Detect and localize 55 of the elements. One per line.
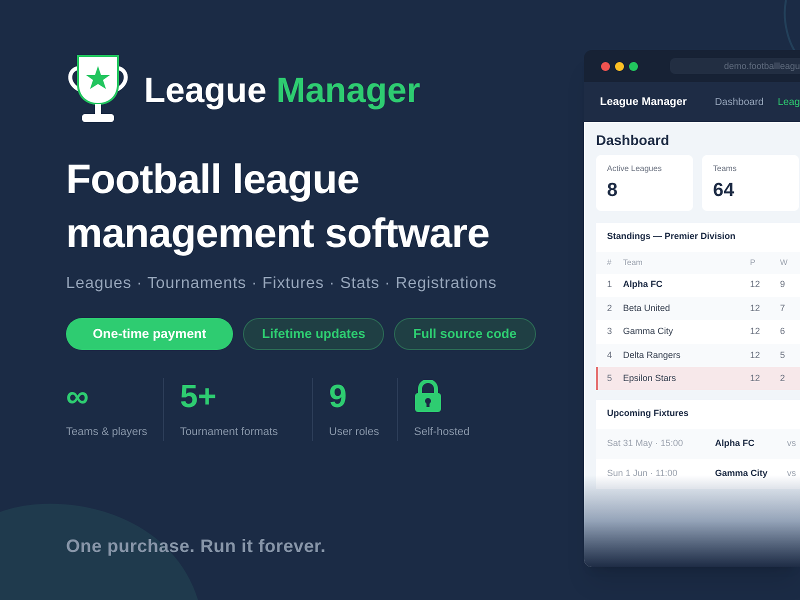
table-cell-text: 7 xyxy=(780,302,786,315)
card-label: Active Leagues xyxy=(607,163,663,175)
page-title: Dashboard xyxy=(596,131,670,150)
column-header: # xyxy=(607,256,612,268)
table-cell-text: 12 xyxy=(750,278,762,292)
table-cell-text: 2 xyxy=(780,372,786,385)
card-title: Upcoming Fixtures xyxy=(606,407,690,420)
table-cell-text: 1 xyxy=(607,278,614,292)
table-cell-text: Alpha FC xyxy=(623,278,664,292)
tagline: Leagues · Tournaments · Fixtures · Stats · Registrations xyxy=(66,274,498,294)
table-cell-text: 5 xyxy=(607,372,614,385)
table-cell-text: 9 xyxy=(780,278,786,292)
fixture-time: Sun 1 Jun · 11:00 xyxy=(607,467,678,480)
brand-title: Manager xyxy=(276,70,420,110)
table-cell-text: 12 xyxy=(750,302,762,315)
vs-label: vs xyxy=(787,437,796,450)
column-header: Team xyxy=(623,256,644,268)
stat-value: 5+ xyxy=(180,380,216,412)
stat-value: 9 xyxy=(329,380,347,412)
table-cell-text: 12 xyxy=(750,372,762,385)
card-title: Standings — Premier Division xyxy=(606,230,737,243)
footer-tagline: One purchase. Run it forever. xyxy=(66,534,327,558)
nav-brand: League Manager xyxy=(600,94,687,110)
team-name: Alpha FC xyxy=(715,437,756,450)
table-cell-text: 12 xyxy=(750,325,762,338)
stat-label: Tournament formats xyxy=(180,425,279,440)
stat-label: Self-hosted xyxy=(414,425,471,440)
vs-label: vs xyxy=(787,467,796,480)
stat-label: Teams & players xyxy=(66,425,148,440)
table-cell-text: 4 xyxy=(607,348,614,362)
table-cell-text: 12 xyxy=(750,348,762,362)
pill-button[interactable]: Full source code xyxy=(394,318,536,350)
table-cell-text: 5 xyxy=(780,348,786,362)
table-cell-text: Epsilon Stars xyxy=(623,372,678,385)
nav-link[interactable]: Dashboard xyxy=(714,94,764,110)
team-name: Gamma City xyxy=(715,467,769,480)
lock-icon xyxy=(414,380,442,412)
table-cell-text: Beta United xyxy=(623,302,672,315)
card-label: Teams xyxy=(713,163,738,175)
table-cell-text: Gamma City xyxy=(623,325,674,338)
table-cell-text: 6 xyxy=(780,325,786,338)
stat-value: ∞ xyxy=(66,380,89,412)
brand-title: League xyxy=(144,70,267,110)
card-value: 64 xyxy=(713,179,736,203)
column-header: W xyxy=(780,256,789,268)
column-header: P xyxy=(750,256,756,268)
nav-link[interactable]: Leag xyxy=(778,94,800,110)
pill-button[interactable]: Lifetime updates xyxy=(243,318,384,350)
headline: Football league management software xyxy=(66,155,490,258)
table-cell-text: 3 xyxy=(607,325,614,338)
fixture-time: Sat 31 May · 15:00 xyxy=(607,437,684,450)
table-cell-text: 2 xyxy=(607,302,614,315)
table-cell-text: Delta Rangers xyxy=(623,348,682,362)
stat-label: User roles xyxy=(329,425,380,440)
card-value: 8 xyxy=(607,179,619,203)
